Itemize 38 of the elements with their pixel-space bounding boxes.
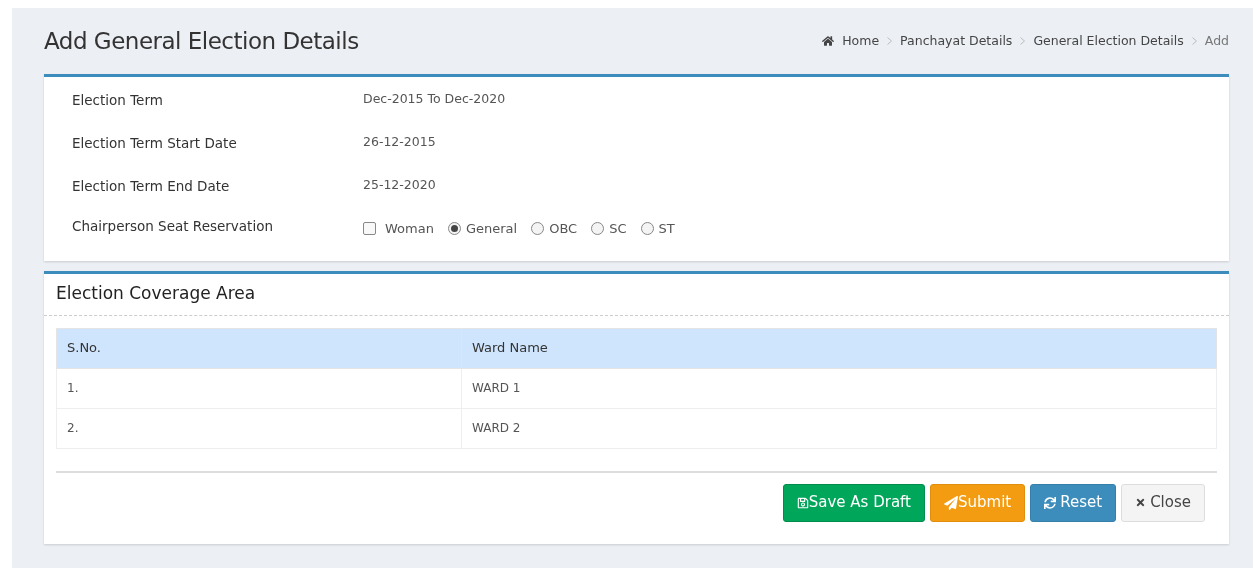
option-label: Woman bbox=[385, 220, 434, 238]
page-title: Add General Election Details bbox=[44, 26, 359, 56]
chevron-right-icon bbox=[887, 37, 893, 45]
table-cell: WARD 1 bbox=[461, 368, 1217, 408]
chevron-right-icon bbox=[1020, 37, 1026, 45]
breadcrumb-link[interactable]: Panchayat Details bbox=[900, 31, 1013, 51]
radio-button[interactable] bbox=[531, 222, 545, 236]
radio-button[interactable] bbox=[591, 222, 605, 236]
close-icon bbox=[1135, 497, 1147, 508]
breadcrumb-link[interactable]: Home bbox=[842, 31, 880, 51]
refresh-icon bbox=[1044, 496, 1057, 509]
paper-plane-icon bbox=[944, 495, 958, 510]
column-header: Ward Name bbox=[461, 328, 1217, 368]
radio-button[interactable] bbox=[447, 222, 461, 236]
field-label: Election Term Start Date bbox=[72, 134, 238, 153]
table-cell: 1. bbox=[56, 368, 462, 408]
field-value: 25-12-2020 bbox=[363, 176, 436, 194]
section-title: Election Coverage Area bbox=[56, 282, 256, 306]
option-label: ST bbox=[658, 220, 675, 238]
field-label: Election Term bbox=[72, 91, 164, 110]
option-label: OBC bbox=[549, 220, 578, 238]
option-label: SC bbox=[609, 220, 627, 238]
field-value: Dec-2015 To Dec-2020 bbox=[363, 90, 506, 108]
chevron-right-icon bbox=[1191, 37, 1197, 45]
breadcrumb-link[interactable]: Add bbox=[1204, 31, 1229, 51]
table-cell: WARD 2 bbox=[461, 408, 1217, 448]
breadcrumb-link[interactable]: General Election Details bbox=[1033, 31, 1184, 51]
column-header: S.No. bbox=[56, 328, 462, 368]
option-label: General bbox=[465, 220, 518, 238]
home-icon bbox=[822, 35, 835, 47]
field-label: Chairperson Seat Reservation bbox=[72, 217, 274, 236]
radio-button[interactable] bbox=[640, 222, 654, 236]
field-label: Election Term End Date bbox=[72, 177, 231, 196]
field-value: 26-12-2015 bbox=[363, 133, 436, 151]
checkbox[interactable] bbox=[363, 222, 376, 236]
table-cell: 2. bbox=[56, 408, 462, 448]
action-button[interactable]: Close bbox=[1121, 483, 1205, 522]
action-button[interactable]: Reset bbox=[1030, 483, 1117, 522]
